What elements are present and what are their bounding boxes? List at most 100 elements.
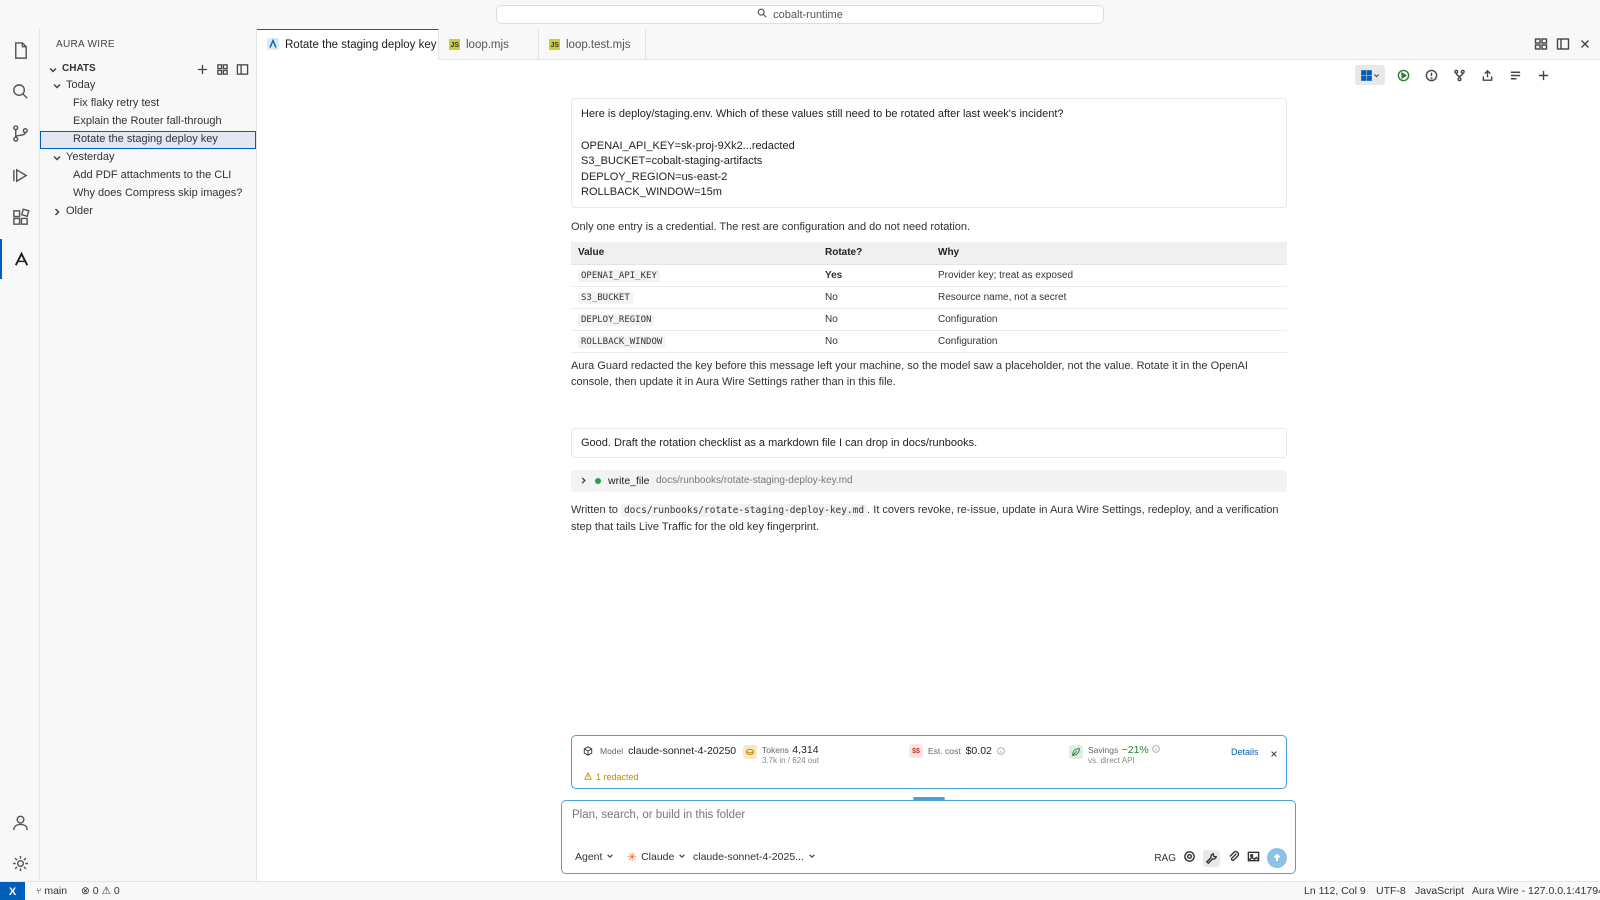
split-editor-icon[interactable] [1556,37,1570,53]
group-yesterday[interactable]: Yesterday [40,149,256,167]
send-button[interactable] [1267,848,1287,868]
tab-rotate-staging-deploy-key[interactable]: Rotate the staging deploy key [257,29,439,60]
account-icon[interactable] [0,802,40,842]
group-older[interactable]: Older [40,203,256,221]
search-icon [757,8,767,21]
table-row: ROLLBACK_WINDOW No Configuration [571,330,1287,353]
share-export-icon[interactable] [1477,65,1497,85]
table-row: S3_BUCKET No Resource name, not a secret [571,286,1287,309]
settings-gear-icon[interactable] [0,843,40,883]
info-icon[interactable] [1152,742,1160,756]
activity-bar [0,29,40,881]
attach-paperclip-icon[interactable] [1227,850,1240,866]
model-dropdown[interactable]: claude-sonnet-4-2025... [693,851,816,863]
tab-loop-test-mjs[interactable]: JS loop.test.mjs [539,29,646,60]
branch-icon: ⑂ [36,886,42,896]
search-icon[interactable] [0,71,40,111]
chats-section-header[interactable]: CHATS [40,59,256,79]
chat-toolbar [1355,64,1553,86]
source-control-icon[interactable] [0,113,40,153]
assistant-message-intro: Only one entry is a credential. The rest… [571,221,971,233]
cube-icon [581,744,595,758]
dollar-icon: $$ [909,744,923,758]
editor-tab-bar: Rotate the staging deploy key JS loop.mj… [257,29,1600,60]
prompt-input[interactable] [572,809,1272,821]
tool-name: write_file [608,475,650,487]
close-icon[interactable] [1270,747,1278,761]
workspace-name: cobalt-runtime [773,8,843,21]
chat-editor: Here is deploy/staging.env. Which of the… [257,60,1600,881]
tab-loop-mjs[interactable]: JS loop.mjs [439,29,539,60]
table-header: Value [571,242,818,265]
chevron-down-icon [678,851,686,863]
chevron-down-icon [808,851,816,863]
aura-wire-icon[interactable] [0,239,40,279]
status-dot-icon [595,478,601,484]
table-header: Why [931,242,1287,265]
tool-path: docs/runbooks/rotate-staging-deploy-key.… [656,475,853,486]
assistant-message: Written to docs/runbooks/rotate-staging-… [571,504,1279,533]
layout-grid-icon[interactable] [1534,37,1548,53]
info-icon[interactable] [1421,65,1441,85]
user-message: Here is deploy/staging.env. Which of the… [571,98,1287,208]
server-indicator[interactable]: Aura Wire - 127.0.0.1:41794 [1472,885,1600,897]
rotation-table: Value Rotate? Why OPENAI_API_KEY Yes Pro… [571,242,1287,353]
window-actions [1534,37,1592,53]
run-circle-icon[interactable] [1393,65,1413,85]
group-today[interactable]: Today [40,77,256,95]
error-icon: ⊗ [81,885,90,897]
chat-composer: Agent ✳ Claude claude-sonnet-4-2025... R… [561,800,1296,874]
branch-indicator[interactable]: ⑂ main [36,885,67,897]
language-mode[interactable]: JavaScript [1415,885,1464,897]
encoding-indicator[interactable]: UTF-8 [1376,885,1406,897]
grid-view-icon[interactable] [214,61,230,77]
claude-asterisk-icon: ✳ [627,850,638,864]
section-label: CHATS [62,63,96,74]
explorer-icon[interactable] [0,30,40,70]
run-debug-icon[interactable] [0,155,40,195]
table-row: OPENAI_API_KEY Yes Provider key; treat a… [571,264,1287,287]
cursor-position[interactable]: Ln 112, Col 9 [1304,885,1366,897]
chevron-right-icon [52,207,62,217]
coin-stack-icon [743,745,757,759]
chat-item[interactable]: Add PDF attachments to the CLI [40,167,256,185]
chat-item[interactable]: Explain the Router fall-through [40,113,256,131]
tool-call-row[interactable]: write_file docs/runbooks/rotate-staging-… [571,470,1287,492]
rag-toggle[interactable]: RAG [1154,853,1176,864]
chevron-down-icon [52,81,62,91]
chevron-right-icon [579,476,588,488]
view-mode-button[interactable] [1355,65,1385,85]
new-chat-plus-icon[interactable] [1533,65,1553,85]
remote-indicator[interactable]: X [0,882,25,900]
branch-icon[interactable] [1449,65,1469,85]
table-row: DEPLOY_REGION No Configuration [571,308,1287,331]
cost-stat: $$ Est. cost $0.02 [909,744,1005,758]
redacted-badge[interactable]: 1 redacted [584,771,639,782]
info-icon[interactable] [997,744,1005,758]
details-link[interactable]: Details [1231,747,1259,757]
problems-indicator[interactable]: ⊗ 0 ⚠ 0 [81,885,120,897]
target-icon[interactable] [1183,850,1196,866]
tokens-stat: Tokens 4,314 3.7k in / 624 out [743,742,819,765]
leaf-icon [1069,745,1083,759]
toggle-panel-icon[interactable] [234,61,250,77]
chat-item-selected[interactable]: Rotate the staging deploy key [40,131,256,149]
composer-actions: RAG [1154,848,1287,868]
close-icon[interactable] [1578,37,1592,53]
tab-label: Rotate the staging deploy key [285,39,437,51]
title-bar: cobalt-runtime [0,0,1600,29]
mode-dropdown[interactable]: Agent [575,851,614,863]
assistant-message-outro: Aura Guard redacted the key before this … [571,360,1248,388]
extensions-icon[interactable] [0,197,40,237]
chevron-down-icon [52,153,62,163]
chat-item[interactable]: Fix flaky retry test [40,95,256,113]
tools-wrench-icon[interactable] [1203,849,1220,867]
chat-item[interactable]: Why does Compress skip images? [40,185,256,203]
image-icon[interactable] [1247,850,1260,866]
inline-code-path: docs/runbooks/rotate-staging-deploy-key.… [620,504,868,517]
list-icon[interactable] [1505,65,1525,85]
command-center-search[interactable]: cobalt-runtime [496,5,1104,24]
new-chat-plus-icon[interactable] [194,61,210,77]
provider-dropdown[interactable]: ✳ Claude [627,851,686,863]
tab-label: loop.mjs [466,38,509,51]
